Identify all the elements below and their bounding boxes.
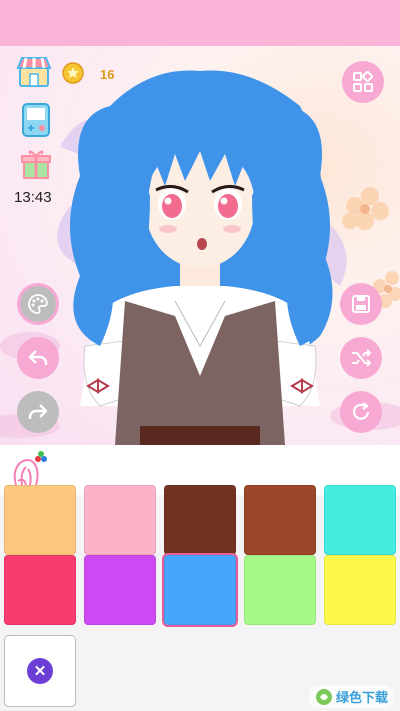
coin-count: 16 xyxy=(100,67,115,82)
grid-icon xyxy=(353,71,374,92)
reset-button[interactable] xyxy=(340,391,382,433)
color-swatch-4[interactable] xyxy=(244,485,316,555)
game-console-icon[interactable] xyxy=(20,102,52,143)
color-swatch-3[interactable] xyxy=(164,485,236,555)
close-icon: ✕ xyxy=(27,658,53,684)
coin-icon xyxy=(62,62,84,89)
save-button[interactable] xyxy=(340,283,382,325)
color-swatch-8[interactable] xyxy=(162,553,238,627)
shuffle-icon xyxy=(352,349,372,367)
color-swatch-10[interactable] xyxy=(324,555,396,625)
refresh-icon xyxy=(352,402,370,420)
palette-button[interactable] xyxy=(17,283,59,325)
redo-button[interactable] xyxy=(17,391,59,433)
color-swatch-1[interactable] xyxy=(4,485,76,555)
color-swatch-6[interactable] xyxy=(4,555,76,625)
gift-icon[interactable] xyxy=(20,148,52,185)
undo-button[interactable] xyxy=(17,337,59,379)
color-swatch-2[interactable] xyxy=(84,485,156,555)
watermark-text: 绿色下载 xyxy=(335,690,388,705)
remove-color-button[interactable]: ✕ xyxy=(4,635,76,707)
menu-grid-button[interactable] xyxy=(342,61,384,103)
redo-arrow-icon xyxy=(28,404,48,419)
watermark-logo-icon xyxy=(315,688,332,705)
color-swatch-5[interactable] xyxy=(324,485,396,555)
palette-icon xyxy=(28,294,48,314)
watermark: 绿色下载 xyxy=(308,685,394,708)
top-bar xyxy=(0,0,400,46)
randomize-button[interactable] xyxy=(340,337,382,379)
save-icon xyxy=(352,295,370,313)
character-scene: 16 13:43 xyxy=(0,46,400,445)
shop-icon[interactable] xyxy=(16,54,52,95)
color-swatch-7[interactable] xyxy=(84,555,156,625)
color-swatch-9[interactable] xyxy=(244,555,316,625)
clock-time: 13:43 xyxy=(14,189,52,206)
color-palette: ✕ 绿色下载 xyxy=(0,485,400,711)
anime-character xyxy=(70,70,333,445)
undo-arrow-icon xyxy=(28,350,48,365)
